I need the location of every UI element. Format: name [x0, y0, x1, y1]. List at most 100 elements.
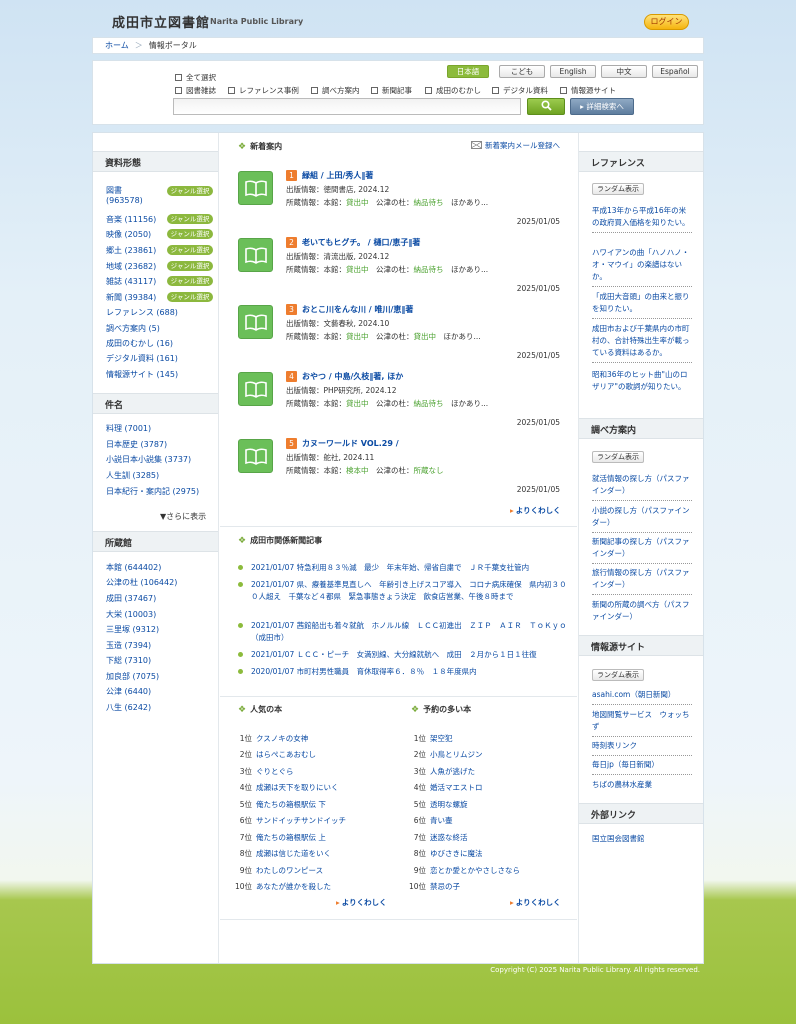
show-more-link[interactable]: ▼さらに表示: [160, 511, 206, 522]
material-item[interactable]: 映像 (2050): [106, 229, 151, 240]
genre-tag[interactable]: ジャンル選択: [167, 292, 213, 302]
reference-link[interactable]: ハワイアンの曲「ハノハノ・オ・マウイ」の楽譜はないか。: [592, 247, 692, 287]
popular-more-link[interactable]: よりくわしく: [336, 897, 387, 908]
material-item[interactable]: レファレンス (688): [106, 307, 178, 318]
guide-link[interactable]: 旅行情報の探し方（パスファインダー）: [592, 567, 692, 595]
ranking-title-link[interactable]: 俺たちの箱根駅伝 下: [256, 800, 326, 809]
type-checkbox-narita-old[interactable]: 成田のむかし: [425, 85, 481, 96]
guide-link[interactable]: 新聞記事の探し方（パスファインダー）: [592, 536, 692, 564]
genre-tag[interactable]: ジャンル選択: [167, 214, 213, 224]
subject-item[interactable]: 人生訓 (3285): [106, 470, 159, 481]
random-button[interactable]: ランダム表示: [592, 669, 644, 681]
book-title-link[interactable]: 老いてもヒグチ。 / 樋口/恵子‖著: [302, 237, 420, 248]
search-button[interactable]: [527, 98, 565, 115]
branch-item[interactable]: 大栄 (10003): [106, 609, 156, 620]
reserved-more-link[interactable]: よりくわしく: [510, 897, 561, 908]
ranking-title-link[interactable]: 人魚が逃げた: [430, 767, 475, 776]
breadcrumb-home[interactable]: ホーム: [105, 41, 129, 50]
subject-item[interactable]: 小説日本小説集 (3737): [106, 454, 191, 465]
new-arrivals-more-link[interactable]: よりくわしく: [510, 505, 561, 516]
site-link[interactable]: 毎日jp（毎日新聞）: [592, 759, 692, 775]
material-item[interactable]: 音楽 (11156): [106, 214, 156, 225]
random-button[interactable]: ランダム表示: [592, 183, 644, 195]
branch-item[interactable]: 加良部 (7075): [106, 671, 159, 682]
guide-link[interactable]: 就活情報の探し方（パスファインダー）: [592, 473, 692, 501]
select-all-checkbox[interactable]: 全て選択: [175, 72, 216, 83]
lang-japanese[interactable]: 日本語: [447, 65, 489, 78]
material-item[interactable]: デジタル資料 (161): [106, 353, 178, 364]
material-item[interactable]: 成田のむかし (16): [106, 338, 173, 349]
genre-tag[interactable]: ジャンル選択: [167, 186, 213, 196]
site-link[interactable]: asahi.com（朝日新聞）: [592, 689, 692, 705]
news-item[interactable]: 2020/01/07 市町村男性職員 育休取得率６．８％ １８年度県内: [238, 666, 568, 678]
advanced-search-button[interactable]: ▸ 詳細検索へ: [570, 98, 634, 115]
type-checkbox-books[interactable]: 図書雑誌: [175, 85, 216, 96]
ranking-title-link[interactable]: 成瀬は信じた道をいく: [256, 849, 331, 858]
ranking-title-link[interactable]: 禁忌の子: [430, 882, 460, 891]
type-checkbox-newspaper[interactable]: 新聞記事: [371, 85, 412, 96]
ranking-title-link[interactable]: ぐりとぐら: [256, 767, 294, 776]
ranking-title-link[interactable]: あなたが誰かを殺した: [256, 882, 331, 891]
ranking-title-link[interactable]: 迷惑な終活: [430, 833, 468, 842]
book-title-link[interactable]: おやつ / 中島/久枝‖著, ほか: [302, 371, 403, 382]
ranking-title-link[interactable]: クスノキの女神: [256, 734, 308, 743]
search-input[interactable]: [173, 98, 521, 115]
type-checkbox-reference[interactable]: レファレンス事例: [228, 85, 299, 96]
branch-item[interactable]: 本館 (644402): [106, 562, 161, 573]
lang-kids[interactable]: こども: [499, 65, 545, 78]
reference-link[interactable]: 平成13年から平成16年の米の政府買入価格を知りたい。: [592, 205, 692, 233]
ranking-title-link[interactable]: 婚活マエストロ: [430, 783, 483, 792]
material-item[interactable]: 新聞 (39384): [106, 292, 156, 303]
branch-item[interactable]: 下総 (7310): [106, 655, 151, 666]
guide-link[interactable]: 小説の探し方（パスファインダー）: [592, 505, 692, 533]
ranking-title-link[interactable]: ゆびさきに魔法: [430, 849, 483, 858]
reference-link[interactable]: 昭和36年のヒット曲"山のロザリア"の歌詞が知りたい。: [592, 369, 692, 396]
material-item[interactable]: 地域 (23682): [106, 261, 156, 272]
ranking-title-link[interactable]: はらぺこあおむし: [256, 750, 316, 759]
material-item[interactable]: 情報源サイト (145): [106, 369, 178, 380]
book-title-link[interactable]: 緑組 / 上田/秀人‖著: [302, 170, 373, 181]
ranking-title-link[interactable]: 俺たちの箱根駅伝 上: [256, 833, 326, 842]
subject-item[interactable]: 日本紀行・案内記 (2975): [106, 486, 199, 497]
book-title-link[interactable]: カヌーワールド VOL.29 /: [302, 438, 399, 449]
random-button[interactable]: ランダム表示: [592, 451, 644, 463]
site-link[interactable]: ちばの農林水産業: [592, 779, 692, 794]
branch-item[interactable]: 公津の杜 (106442): [106, 577, 177, 588]
genre-tag[interactable]: ジャンル選択: [167, 261, 213, 271]
lang-english[interactable]: English: [550, 65, 596, 78]
material-item[interactable]: 郷土 (23861): [106, 245, 156, 256]
branch-item[interactable]: 三里塚 (9312): [106, 624, 159, 635]
subject-item[interactable]: 料理 (7001): [106, 423, 151, 434]
site-link[interactable]: 時刻表リンク: [592, 740, 692, 756]
book-icon[interactable]: [238, 305, 273, 339]
login-button[interactable]: ログイン: [644, 14, 689, 30]
ranking-title-link[interactable]: サンドイッチサンドイッチ: [256, 816, 346, 825]
book-title-link[interactable]: おとこ川をんな川 / 唯川/恵‖著: [302, 304, 413, 315]
genre-tag[interactable]: ジャンル選択: [167, 229, 213, 239]
ranking-title-link[interactable]: 成瀬は天下を取りにいく: [256, 783, 339, 792]
ranking-title-link[interactable]: わたしのワンピース: [256, 866, 323, 875]
lang-spanish[interactable]: Español: [652, 65, 698, 78]
book-icon[interactable]: [238, 372, 273, 406]
external-link[interactable]: 国立国会図書館: [592, 833, 692, 848]
genre-tag[interactable]: ジャンル選択: [167, 245, 213, 255]
material-item[interactable]: 図書 (963578): [106, 185, 143, 205]
site-logo[interactable]: 成田市立図書館: [112, 12, 210, 31]
book-icon[interactable]: [238, 238, 273, 272]
material-item[interactable]: 雑誌 (43117): [106, 276, 156, 287]
type-checkbox-guide[interactable]: 調べ方案内: [311, 85, 360, 96]
branch-item[interactable]: 八生 (6242): [106, 702, 151, 713]
reference-link[interactable]: 成田市および千葉県内の市町村の、合計特殊出生率が載っている資料はあるか。: [592, 323, 692, 363]
genre-tag[interactable]: ジャンル選択: [167, 276, 213, 286]
news-item[interactable]: 2021/01/07 ＬＣＣ・ピーチ 女満別線、大分線就航へ 成田 ２月から１日…: [238, 649, 568, 661]
news-item[interactable]: 2021/01/07 県、療養基準見直しへ 年齢引き上げスコア導入 コロナ病床確…: [238, 579, 568, 603]
ranking-title-link[interactable]: 透明な螺旋: [430, 800, 468, 809]
book-icon[interactable]: [238, 439, 273, 473]
branch-item[interactable]: 成田 (37467): [106, 593, 156, 604]
site-link[interactable]: 地図閲覧サービス ウォッちず: [592, 709, 692, 737]
type-checkbox-sites[interactable]: 情報源サイト: [560, 85, 616, 96]
lang-chinese[interactable]: 中文: [601, 65, 647, 78]
subject-item[interactable]: 日本歴史 (3787): [106, 439, 167, 450]
ranking-title-link[interactable]: 小鳥とリムジン: [430, 750, 483, 759]
material-item[interactable]: 調べ方案内 (5): [106, 323, 160, 334]
